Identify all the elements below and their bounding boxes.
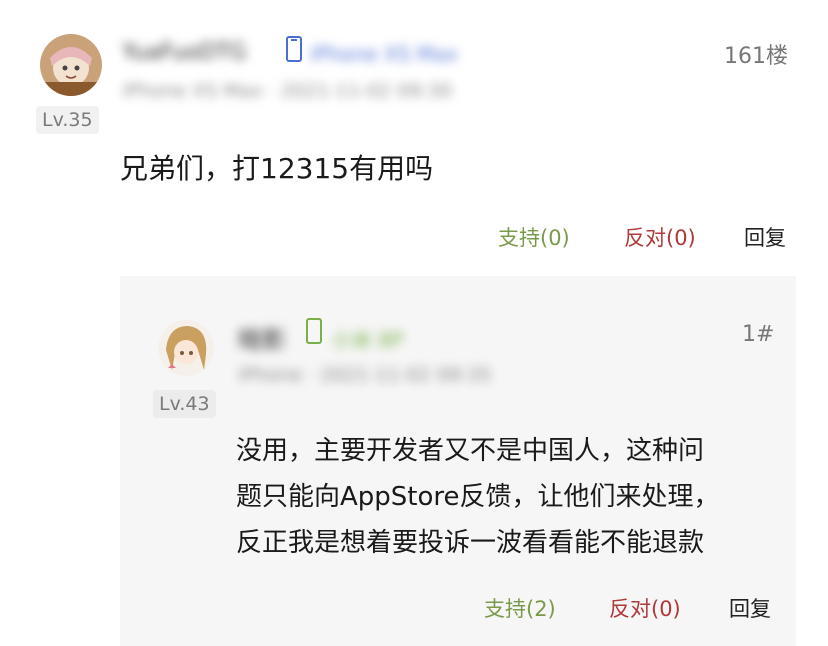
support-button[interactable]: 支持(0) — [498, 222, 570, 252]
reply-floor-number: 1# — [742, 322, 775, 347]
reply-meta: iPhone · 2021-11-02 09:35 — [238, 364, 492, 386]
username[interactable]: YuaFuoDTG — [122, 40, 247, 65]
reply-content-line: 没用，主要开发者又不是中国人，这种问 — [236, 436, 705, 466]
device-label: iPhone XS Max — [310, 42, 458, 66]
reply-reply-button[interactable]: 回复 — [729, 593, 771, 623]
post-content: 兄弟们，打12315有用吗 — [120, 152, 434, 185]
reply-content: 没用，主要开发者又不是中国人，这种问 题只能向AppStore反馈，让他们来处理… — [236, 428, 720, 566]
reply-level-badge: Lv.43 — [153, 390, 216, 418]
reply-device-label: 小米 8P — [332, 328, 404, 352]
reply-avatar[interactable] — [158, 320, 214, 376]
reply-support-button[interactable]: 支持(2) — [484, 593, 556, 623]
oppose-button[interactable]: 反对(0) — [624, 222, 696, 252]
phone-icon — [286, 36, 302, 66]
level-badge: Lv.35 — [36, 106, 99, 134]
reply-oppose-button[interactable]: 反对(0) — [609, 593, 681, 623]
post-meta: iPhone XS Max · 2021-11-02 09:30 — [122, 80, 452, 102]
reply-button[interactable]: 回复 — [744, 222, 786, 252]
phone-icon — [306, 318, 322, 348]
reply-content-line: 题只能向AppStore反馈，让他们来处理， — [236, 482, 720, 512]
reply-content-line: 反正我是想着要投诉一波看看能不能退款 — [236, 528, 705, 558]
reply-username[interactable]: 暗影 — [238, 320, 286, 355]
avatar[interactable] — [40, 34, 102, 96]
floor-number: 161楼 — [724, 44, 788, 69]
